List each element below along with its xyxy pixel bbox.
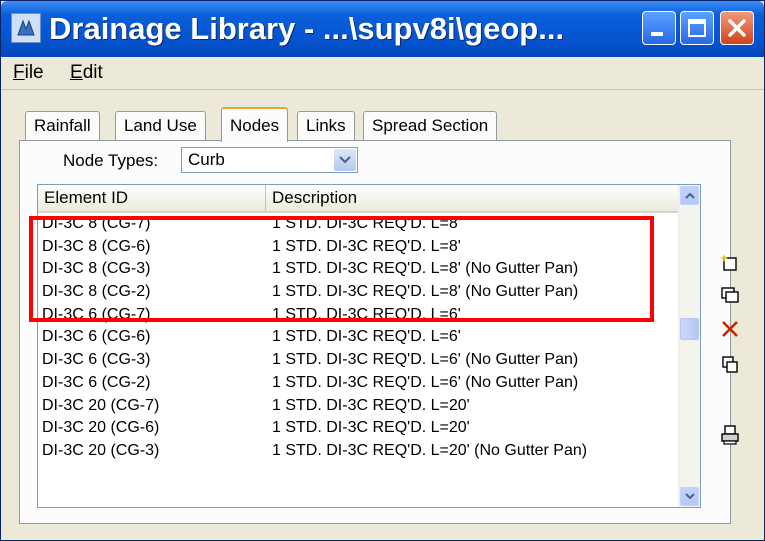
- element-id-cell: DI-3C 6 (CG-7): [42, 305, 151, 323]
- column-header-description[interactable]: Description: [266, 185, 678, 211]
- minimize-button[interactable]: [642, 11, 676, 45]
- element-id-cell: DI-3C 20 (CG-6): [42, 419, 160, 437]
- chevron-up-icon: [684, 192, 695, 199]
- list-header: Element ID Description: [38, 185, 678, 213]
- table-row[interactable]: DI-3C 6 (CG-3) 1 STD. DI-3C REQ'D. L=6' (…: [38, 349, 678, 372]
- vertical-scrollbar[interactable]: [678, 185, 700, 507]
- list-rows: DI-3C 8 (CG-7) 1 STD. DI-3C REQ'D. L=8' D…: [38, 213, 678, 463]
- menu-file[interactable]: File: [13, 62, 44, 84]
- close-icon: [728, 19, 746, 37]
- table-row[interactable]: DI-3C 6 (CG-2) 1 STD. DI-3C REQ'D. L=6' (…: [38, 372, 678, 395]
- node-types-value: Curb: [188, 150, 225, 169]
- tab-land-use[interactable]: Land Use: [115, 111, 206, 140]
- description-cell: 1 STD. DI-3C REQ'D. L=8' (No Gutter Pan): [272, 283, 579, 301]
- node-types-label: Node Types:: [63, 151, 159, 170]
- element-id-cell: DI-3C 6 (CG-6): [42, 328, 151, 346]
- tab-nodes[interactable]: Nodes: [221, 107, 289, 142]
- tab-rainfall[interactable]: Rainfall: [25, 111, 100, 140]
- description-cell: 1 STD. DI-3C REQ'D. L=20': [272, 419, 470, 437]
- delete-icon[interactable]: [719, 318, 741, 340]
- element-id-cell: DI-3C 8 (CG-6): [42, 237, 151, 255]
- description-cell: 1 STD. DI-3C REQ'D. L=6' (No Gutter Pan): [272, 351, 579, 369]
- table-row[interactable]: DI-3C 8 (CG-7) 1 STD. DI-3C REQ'D. L=8': [38, 213, 678, 236]
- table-row[interactable]: DI-3C 8 (CG-2) 1 STD. DI-3C REQ'D. L=8' (…: [38, 281, 678, 304]
- element-id-cell: DI-3C 8 (CG-7): [42, 215, 151, 232]
- description-cell: 1 STD. DI-3C REQ'D. L=6' (No Gutter Pan): [272, 373, 579, 391]
- table-row[interactable]: DI-3C 8 (CG-3) 1 STD. DI-3C REQ'D. L=8' (…: [38, 258, 678, 281]
- window-title: Drainage Library - ...\supv8i\geop...: [49, 11, 565, 46]
- description-cell: 1 STD. DI-3C REQ'D. L=8' (No Gutter Pan): [272, 260, 579, 278]
- chevron-down-icon: [684, 493, 695, 500]
- copy-icon[interactable]: [719, 284, 741, 306]
- scroll-down-button[interactable]: [680, 487, 699, 506]
- menu-edit[interactable]: Edit: [70, 62, 103, 84]
- description-cell: 1 STD. DI-3C REQ'D. L=8': [272, 237, 461, 255]
- table-row[interactable]: DI-3C 20 (CG-3) 1 STD. DI-3C REQ'D. L=20'…: [38, 440, 678, 463]
- description-cell: 1 STD. DI-3C REQ'D. L=6': [272, 328, 461, 346]
- close-button[interactable]: [720, 11, 754, 45]
- element-id-cell: DI-3C 20 (CG-3): [42, 441, 160, 459]
- minimize-icon: [651, 32, 663, 36]
- scroll-up-button[interactable]: [680, 186, 699, 205]
- table-row[interactable]: DI-3C 8 (CG-6) 1 STD. DI-3C REQ'D. L=8': [38, 236, 678, 259]
- element-id-cell: DI-3C 20 (CG-7): [42, 396, 160, 414]
- element-id-cell: DI-3C 8 (CG-2): [42, 283, 151, 301]
- app-icon: [11, 13, 41, 43]
- chevron-down-icon[interactable]: [334, 149, 356, 171]
- print-icon[interactable]: [719, 424, 741, 446]
- node-types-dropdown[interactable]: Curb: [181, 147, 358, 173]
- tab-links[interactable]: Links: [297, 111, 355, 140]
- element-id-cell: DI-3C 6 (CG-3): [42, 351, 151, 369]
- description-cell: 1 STD. DI-3C REQ'D. L=6': [272, 305, 461, 323]
- column-header-element-id[interactable]: Element ID: [38, 185, 266, 211]
- table-row[interactable]: DI-3C 20 (CG-7) 1 STD. DI-3C REQ'D. L=20': [38, 395, 678, 418]
- duplicate-icon[interactable]: [719, 354, 741, 376]
- maximize-icon: [688, 19, 706, 37]
- element-id-cell: DI-3C 6 (CG-2): [42, 373, 151, 391]
- drainage-library-window: Drainage Library - ...\supv8i\geop... Fi…: [0, 0, 765, 541]
- element-list: Element ID Description DI-3C 8 (CG-7) 1 S…: [37, 184, 701, 508]
- table-row[interactable]: DI-3C 6 (CG-6) 1 STD. DI-3C REQ'D. L=6': [38, 326, 678, 349]
- new-item-icon[interactable]: [719, 252, 741, 274]
- description-cell: 1 STD. DI-3C REQ'D. L=20': [272, 396, 470, 414]
- title-bar[interactable]: Drainage Library - ...\supv8i\geop...: [1, 1, 764, 57]
- table-row[interactable]: DI-3C 6 (CG-7) 1 STD. DI-3C REQ'D. L=6': [38, 304, 678, 327]
- description-cell: 1 STD. DI-3C REQ'D. L=8': [272, 215, 461, 232]
- description-cell: 1 STD. DI-3C REQ'D. L=20' (No Gutter Pan…: [272, 441, 588, 459]
- tab-spread-section[interactable]: Spread Section: [363, 111, 498, 140]
- element-id-cell: DI-3C 8 (CG-3): [42, 260, 151, 278]
- menu-bar: File Edit: [1, 57, 764, 90]
- scroll-thumb[interactable]: [680, 318, 699, 340]
- maximize-button[interactable]: [680, 11, 714, 45]
- table-row[interactable]: DI-3C 20 (CG-6) 1 STD. DI-3C REQ'D. L=20': [38, 417, 678, 440]
